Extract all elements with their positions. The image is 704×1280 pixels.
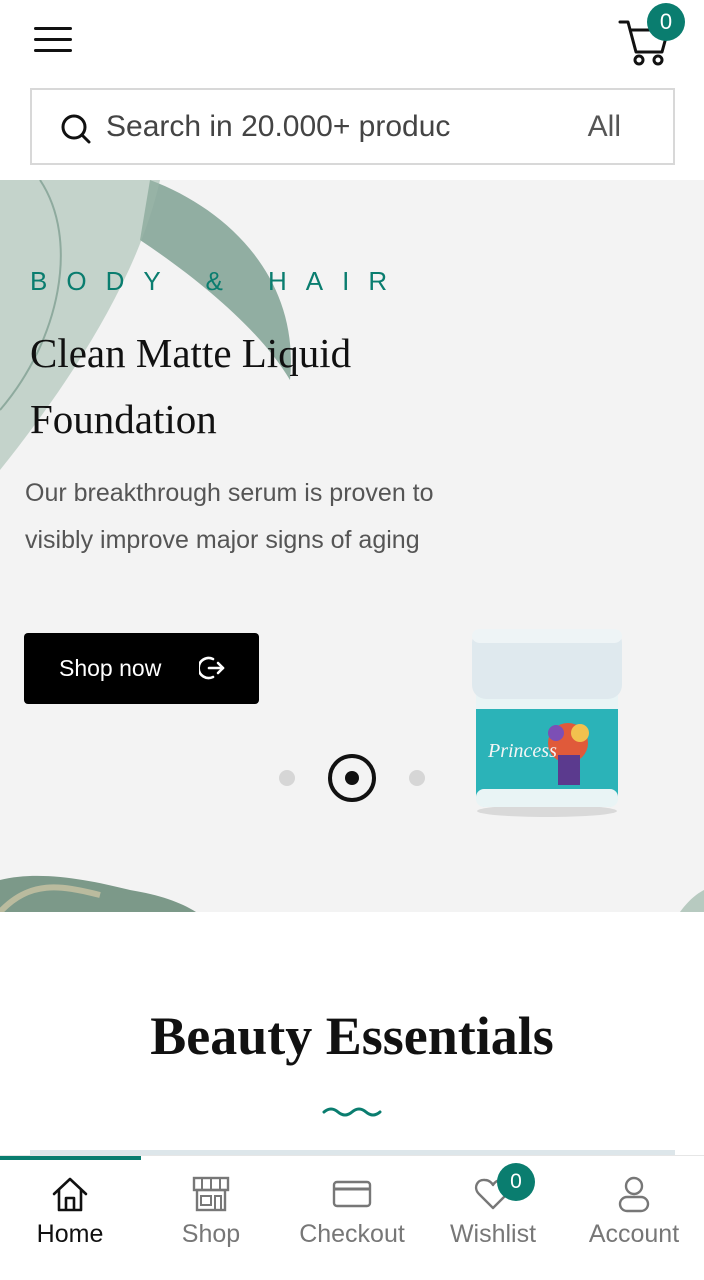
- nav-shop[interactable]: Shop: [141, 1156, 281, 1280]
- carousel-dot-3[interactable]: [409, 770, 425, 786]
- carousel-dot-1[interactable]: [279, 770, 295, 786]
- nav-home[interactable]: Home: [0, 1156, 140, 1280]
- search-bar: All: [30, 88, 675, 165]
- app-header: 0 All: [0, 0, 704, 178]
- search-icon[interactable]: [60, 113, 92, 145]
- wave-divider-icon: [322, 1107, 382, 1117]
- product-brand-text: Princess: [487, 740, 557, 762]
- hamburger-menu-icon[interactable]: [30, 22, 76, 58]
- search-category-select[interactable]: All: [588, 110, 621, 144]
- nav-home-label: Home: [36, 1220, 104, 1248]
- credit-card-icon: [332, 1180, 372, 1208]
- shop-now-button[interactable]: Shop now: [24, 633, 259, 704]
- nav-wishlist-label: Wishlist: [449, 1220, 537, 1248]
- home-icon: [52, 1177, 88, 1212]
- nav-account[interactable]: Account: [564, 1156, 704, 1280]
- store-icon: [192, 1176, 230, 1212]
- hero-banner: BODY & HAIR Clean Matte Liquid Foundatio…: [0, 180, 704, 912]
- wishlist-count-badge: 0: [497, 1163, 535, 1201]
- nav-checkout[interactable]: Checkout: [282, 1156, 422, 1280]
- user-icon: [618, 1176, 650, 1213]
- carousel-dot-2-active[interactable]: [328, 754, 376, 802]
- section-title: Beauty Essentials: [150, 1006, 554, 1066]
- hero-description: Our breakthrough serum is proven to visi…: [25, 479, 434, 554]
- shop-now-label: Shop now: [59, 655, 162, 681]
- bottom-navigation: Home Shop Checkout Wishlist Account: [0, 1155, 704, 1280]
- nav-shop-label: Shop: [181, 1220, 241, 1248]
- product-jar-image: Princess: [472, 629, 622, 817]
- cart-count-badge: 0: [647, 3, 685, 41]
- sign-in-arrow-icon: [199, 656, 225, 680]
- hero-title: Clean Matte Liquid Foundation: [30, 330, 352, 442]
- nav-account-label: Account: [588, 1220, 680, 1248]
- search-input[interactable]: [106, 104, 496, 150]
- nav-wishlist[interactable]: Wishlist: [423, 1156, 563, 1280]
- hero-category-label: BODY & HAIR: [30, 266, 407, 296]
- nav-checkout-label: Checkout: [299, 1220, 405, 1248]
